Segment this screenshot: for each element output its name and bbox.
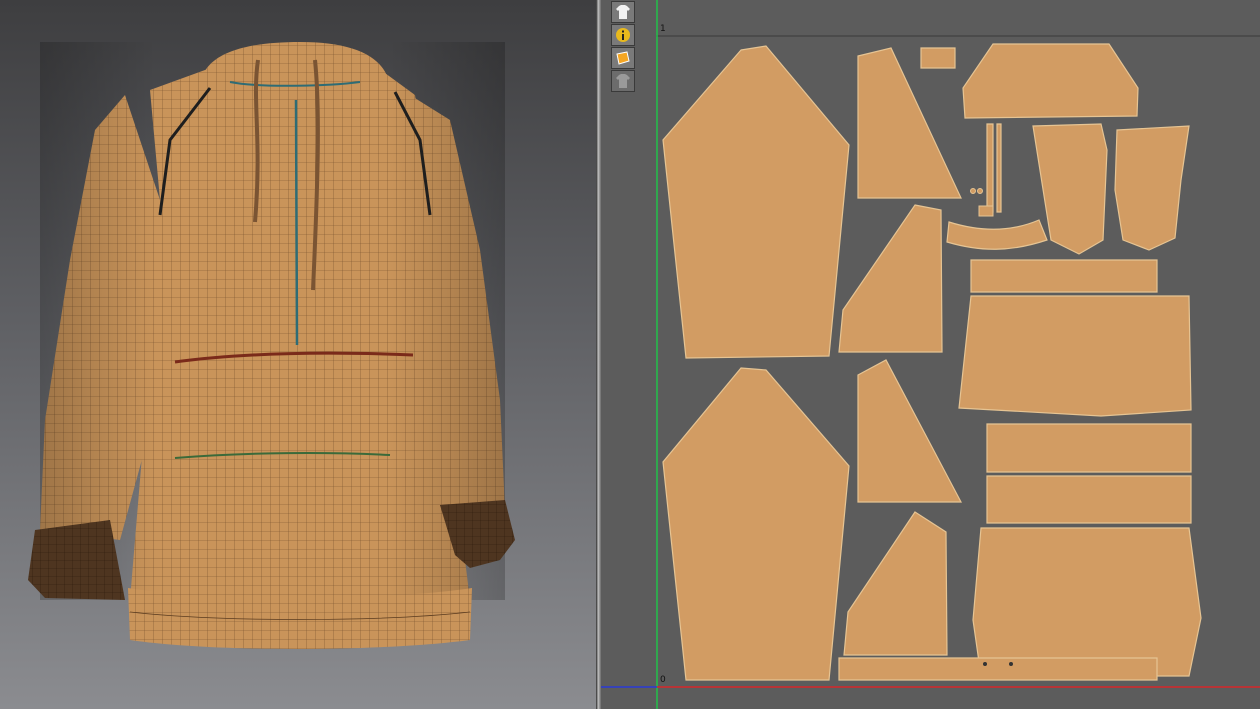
- left-cuff: [28, 520, 125, 600]
- uv-editor-panel[interactable]: 1 0: [601, 0, 1260, 709]
- shirt-disabled-button[interactable]: [611, 70, 635, 92]
- pattern-hood-band: [946, 219, 1048, 250]
- pattern-dot-1: [983, 662, 987, 666]
- uv-tick-top: 1: [660, 24, 666, 34]
- drawstring-left: [253, 59, 260, 223]
- pattern-strip-2: [996, 123, 1002, 213]
- pattern-eyelet-2: [977, 188, 983, 194]
- info-icon: [616, 28, 630, 42]
- shirt-icon: [616, 5, 630, 19]
- fabric-swatch-icon: [616, 51, 630, 65]
- pattern-hood-side-2: [1114, 125, 1190, 251]
- pattern-hood-back: [962, 43, 1139, 119]
- pattern-pocket-front: [958, 295, 1192, 417]
- uv-canvas[interactable]: [601, 0, 1260, 709]
- pattern-small-rect: [978, 205, 994, 217]
- pattern-cuff-1: [970, 259, 1158, 293]
- pattern-waistband: [838, 657, 1158, 681]
- pattern-eyelet-1: [970, 188, 976, 194]
- pattern-front-upper-1: [857, 47, 962, 199]
- pattern-dot-2: [1009, 662, 1013, 666]
- pattern-front-lower-2: [843, 511, 948, 656]
- pattern-sleeve-bottom: [662, 367, 850, 681]
- uv-toolbar: [611, 0, 635, 100]
- pattern-front-upper-2: [838, 204, 943, 353]
- pattern-front-lower-1: [857, 359, 962, 503]
- front-zip-seam: [294, 99, 299, 346]
- pattern-tab: [920, 47, 956, 69]
- hoodie-3d-render: [28, 42, 515, 649]
- pattern-sleeve-top: [662, 45, 850, 359]
- pattern-strip-1: [986, 123, 994, 213]
- pattern-body-lower: [972, 527, 1202, 677]
- shirt-button[interactable]: [611, 1, 635, 23]
- fabric-button[interactable]: [611, 47, 635, 69]
- pattern-cuff-3: [986, 475, 1192, 524]
- 3d-viewport[interactable]: [0, 0, 596, 709]
- pattern-cuff-2: [986, 423, 1192, 473]
- shirt-disabled-icon: [616, 74, 630, 88]
- uv-tick-origin: 0: [660, 675, 666, 685]
- info-button[interactable]: [611, 24, 635, 46]
